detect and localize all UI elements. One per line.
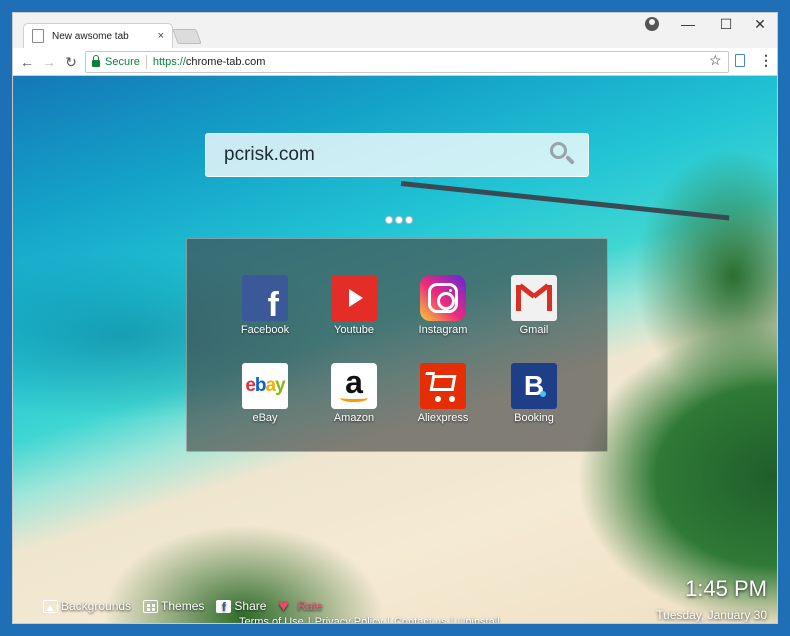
page-dot[interactable] [395, 216, 403, 224]
gmail-icon [511, 275, 557, 321]
page-indicator[interactable] [385, 216, 413, 224]
ebay-icon: ebay [242, 363, 288, 409]
tile-label: Instagram [418, 324, 468, 336]
divider [145, 55, 147, 69]
address-bar[interactable]: Secure https:// chrome-tab.com [85, 51, 729, 73]
clock-date: Tuesday, January 30 [656, 608, 767, 622]
search-value: pcrisk.com [224, 144, 315, 165]
close-window-button[interactable]: ✕ [741, 13, 777, 35]
tile-label: Facebook [240, 324, 290, 336]
link-label: Share [234, 599, 267, 613]
share-link[interactable]: f Share [216, 599, 266, 613]
tile-label: Youtube [334, 324, 374, 336]
facebook-icon: f [242, 275, 288, 324]
privacy-link[interactable]: Privacy Policy [315, 616, 383, 623]
clock-time: 1:45 PM [685, 576, 767, 601]
new-tab-button[interactable] [172, 29, 202, 44]
title-bar: New awsome tab × — ☐ ✕ [13, 13, 777, 48]
tile-label: eBay [252, 412, 278, 424]
uninstall-link[interactable]: Uninstall [457, 616, 499, 623]
tile-amazon[interactable]: a Amazon [312, 363, 396, 443]
url-host: chrome-tab.com [185, 56, 266, 68]
tile-ebay[interactable]: ebay eBay [223, 363, 307, 443]
themes-icon [143, 599, 159, 613]
tile-label: Aliexpress [417, 412, 469, 424]
tile-label: Gmail [519, 324, 549, 336]
youtube-icon [331, 275, 377, 321]
extension-icon[interactable] [735, 54, 745, 67]
terms-link[interactable]: Terms of Use [239, 616, 304, 623]
rate-link[interactable]: Rate [278, 596, 323, 616]
bookmark-star-icon[interactable]: ☆ [709, 52, 722, 69]
menu-icon[interactable]: ⋮ [759, 52, 773, 69]
maximize-button[interactable]: ☐ [707, 13, 745, 35]
secure-label: Secure [105, 56, 140, 68]
page-dot[interactable] [405, 216, 413, 224]
tile-facebook[interactable]: f Facebook [223, 275, 307, 355]
search-icon[interactable] [548, 140, 578, 170]
reload-button[interactable]: ↻ [61, 52, 81, 72]
themes-link[interactable]: Themes [143, 599, 204, 613]
instagram-icon [420, 275, 466, 321]
footer-links: Backgrounds Themes f Share Rate [43, 596, 323, 616]
new-tab-page: pcrisk.com f Facebook Youtube Instagram [13, 76, 777, 624]
tab-title: New awsome tab [52, 30, 129, 42]
tile-instagram[interactable]: Instagram [401, 275, 485, 355]
page-dot[interactable] [385, 216, 393, 224]
separator: | [307, 616, 311, 624]
forward-button[interactable]: → [39, 52, 59, 72]
tile-booking[interactable]: B Booking [492, 363, 576, 443]
background-pier [400, 181, 730, 221]
link-label: Backgrounds [61, 599, 132, 613]
minimize-button[interactable]: — [669, 13, 707, 35]
lock-icon [92, 55, 100, 67]
tile-label: Booking [514, 412, 554, 424]
aliexpress-icon [420, 363, 466, 409]
tile-gmail[interactable]: Gmail [492, 275, 576, 355]
tile-aliexpress[interactable]: Aliexpress [401, 363, 485, 443]
url-scheme: https:// [152, 56, 186, 68]
legal-links: Terms of Use | Privacy Policy | Contact … [239, 616, 500, 624]
heart-icon [278, 596, 294, 616]
separator: | [450, 616, 454, 624]
tab-close-button[interactable]: × [158, 30, 164, 42]
image-icon [43, 599, 58, 613]
contact-link[interactable]: Contact us [394, 616, 447, 623]
search-input[interactable]: pcrisk.com [205, 133, 589, 177]
page-icon [32, 29, 44, 43]
backgrounds-link[interactable]: Backgrounds [43, 599, 131, 613]
back-button[interactable]: ← [17, 52, 37, 72]
speed-dial-panel: f Facebook Youtube Instagram Gmail ebay … [186, 238, 608, 452]
link-label: Rate [297, 599, 323, 613]
link-label: Themes [161, 599, 205, 613]
tile-youtube[interactable]: Youtube [312, 275, 396, 355]
browser-tab[interactable]: New awsome tab × [23, 23, 173, 48]
facebook-icon: f [216, 599, 232, 613]
booking-icon: B [511, 363, 557, 409]
separator: | [387, 616, 390, 624]
browser-window: New awsome tab × — ☐ ✕ ← → ↻ Secure http… [12, 12, 778, 624]
browser-toolbar: ← → ↻ Secure https:// chrome-tab.com ☆ ⋮ [13, 48, 777, 76]
amazon-icon: a [331, 363, 377, 409]
profile-icon[interactable] [645, 17, 659, 31]
tile-label: Amazon [333, 412, 375, 424]
